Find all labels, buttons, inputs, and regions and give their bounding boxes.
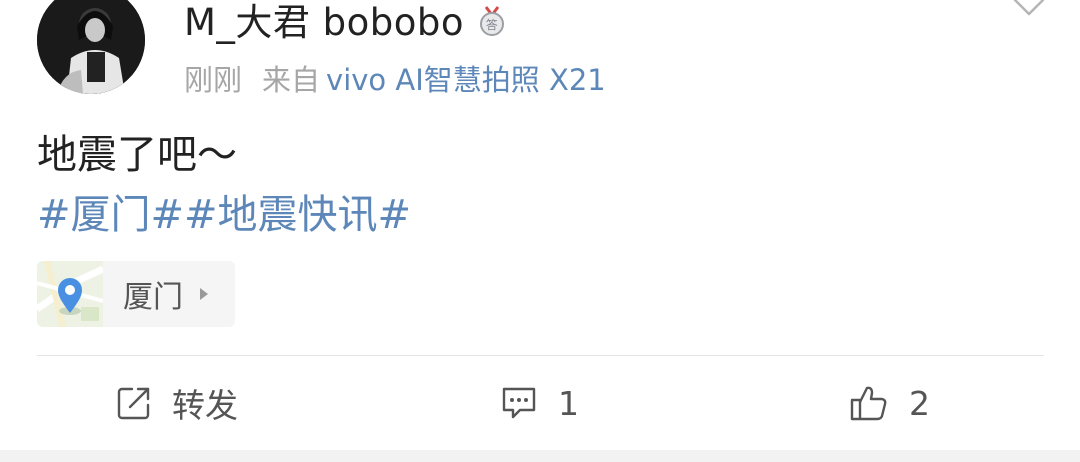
svg-text:答: 答	[486, 17, 499, 32]
post-time: 刚刚	[184, 63, 243, 97]
thumbs-up-icon	[850, 386, 887, 421]
repost-label: 转发	[172, 386, 238, 425]
post-meta: 刚刚 来自 vivo AI智慧拍照 X21	[184, 58, 606, 98]
post-text: 地震了吧～	[37, 132, 237, 178]
like-count: 2	[909, 383, 930, 423]
location-name: 厦门	[123, 280, 183, 315]
location-card[interactable]: 厦门	[37, 261, 235, 327]
comment-button[interactable]: 1	[500, 378, 579, 428]
topic-links[interactable]: #厦门##地震快讯#	[37, 183, 411, 239]
from-label: 来自	[262, 63, 321, 97]
username-text[interactable]: M_大君 bobobo	[184, 0, 464, 46]
feed-separator	[0, 450, 1080, 462]
comment-count: 1	[558, 383, 579, 423]
chevron-down-icon[interactable]	[1012, 0, 1046, 20]
weibo-post-card: M_大君 bobobo 答 刚刚 来自 vivo AI智慧拍照 X21 地震了吧…	[0, 0, 1080, 450]
map-pin-icon	[37, 261, 103, 327]
comment-icon	[502, 387, 536, 419]
repost-icon	[117, 387, 150, 420]
repost-button[interactable]: 转发	[116, 378, 238, 428]
divider	[37, 355, 1044, 356]
username[interactable]: M_大君 bobobo 答	[184, 0, 508, 44]
device-source-link[interactable]: vivo AI智慧拍照 X21	[326, 57, 606, 99]
answer-medal-icon[interactable]: 答	[476, 3, 508, 36]
avatar[interactable]	[37, 0, 145, 94]
like-button[interactable]: 2	[849, 378, 930, 428]
caret-right-icon	[200, 288, 208, 300]
